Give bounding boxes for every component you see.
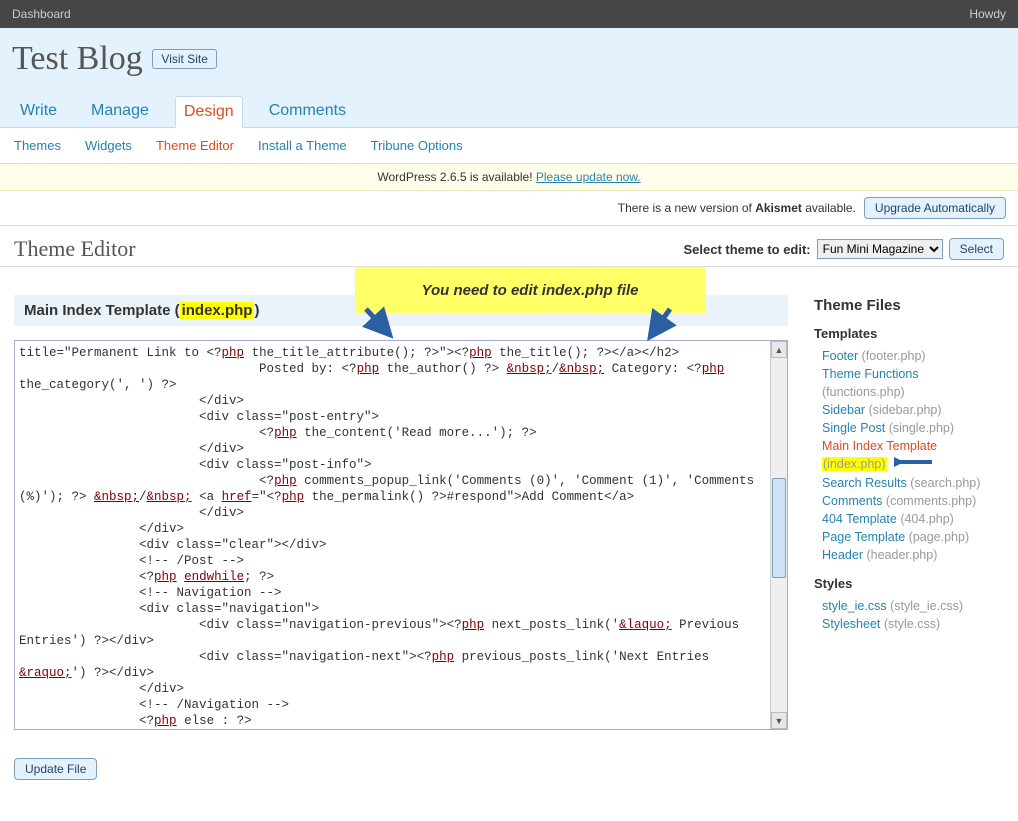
main-nav: Write Manage Design Comments [12, 96, 1006, 127]
theme-files-sidebar: Theme Files Templates Footer (footer.php… [814, 275, 1004, 780]
code-editor[interactable]: title="Permanent Link to <?php the_title… [14, 340, 788, 730]
annotation-arrow-left-icon [362, 305, 402, 345]
akismet-notice: There is a new version of Akismet availa… [0, 191, 1018, 226]
tab-design[interactable]: Design [175, 96, 243, 128]
visit-site-button[interactable]: Visit Site [152, 49, 216, 69]
scroll-track[interactable] [771, 358, 787, 712]
file-functions[interactable]: Theme Functions (functions.php) [822, 365, 1004, 401]
subnav-install-theme[interactable]: Install a Theme [258, 138, 347, 153]
theme-files-heading: Theme Files [814, 297, 1004, 314]
sub-nav: Themes Widgets Theme Editor Install a Th… [0, 128, 1018, 163]
file-page[interactable]: Page Template (page.php) [822, 528, 1004, 546]
theme-select-dropdown[interactable]: Fun Mini Magazine [817, 239, 943, 259]
file-single[interactable]: Single Post (single.php) [822, 419, 1004, 437]
styles-heading: Styles [814, 576, 1004, 591]
theme-select-group: Select theme to edit: Fun Mini Magazine … [684, 238, 1005, 260]
admin-header: Test Blog Visit Site Write Manage Design… [0, 28, 1018, 127]
editor-column: Main Index Template (index.php) title="P… [14, 275, 788, 780]
tab-comments[interactable]: Comments [261, 96, 354, 127]
howdy-link[interactable]: Howdy [969, 0, 1006, 28]
tab-write[interactable]: Write [12, 96, 65, 127]
file-footer[interactable]: Footer (footer.php) [822, 347, 1004, 365]
theme-select-button[interactable]: Select [949, 238, 1004, 260]
tab-manage[interactable]: Manage [83, 96, 157, 127]
editor-scrollbar[interactable]: ▲ ▼ [770, 341, 787, 729]
file-sidebar[interactable]: Sidebar (sidebar.php) [822, 401, 1004, 419]
blog-title: Test Blog [12, 40, 143, 78]
upgrade-automatically-button[interactable]: Upgrade Automatically [864, 197, 1006, 219]
dashboard-link[interactable]: Dashboard [12, 0, 71, 28]
subnav-tribune-options[interactable]: Tribune Options [371, 138, 463, 153]
main-columns: You need to edit index.php file Main Ind… [0, 267, 1018, 820]
file-index[interactable]: Main Index Template (index.php) [822, 437, 1004, 474]
subnav-themes[interactable]: Themes [14, 138, 61, 153]
file-404[interactable]: 404 Template (404.php) [822, 510, 1004, 528]
update-file-button[interactable]: Update File [14, 758, 97, 780]
wp-update-text: WordPress 2.6.5 is available! [377, 170, 536, 184]
file-style-ie[interactable]: style_ie.css (style_ie.css) [822, 597, 1004, 615]
theme-select-label: Select theme to edit: [684, 242, 811, 257]
admin-topbar: Dashboard Howdy [0, 0, 1018, 28]
editing-filename: index.php [180, 302, 255, 319]
templates-list: Footer (footer.php) Theme Functions (fun… [814, 347, 1004, 564]
file-header[interactable]: Header (header.php) [822, 546, 1004, 564]
templates-heading: Templates [814, 326, 1004, 341]
scroll-thumb[interactable] [772, 478, 786, 578]
scroll-up-icon[interactable]: ▲ [771, 341, 787, 358]
subnav-widgets[interactable]: Widgets [85, 138, 132, 153]
file-search[interactable]: Search Results (search.php) [822, 474, 1004, 492]
wp-update-notice: WordPress 2.6.5 is available! Please upd… [0, 164, 1018, 191]
page-title: Theme Editor [14, 236, 136, 262]
sub-nav-wrap: Themes Widgets Theme Editor Install a Th… [0, 127, 1018, 164]
subnav-theme-editor[interactable]: Theme Editor [156, 138, 234, 153]
wp-update-link[interactable]: Please update now. [536, 170, 641, 184]
file-comments[interactable]: Comments (comments.php) [822, 492, 1004, 510]
annotation-arrow-sidebar-icon [894, 458, 934, 472]
scroll-down-icon[interactable]: ▼ [771, 712, 787, 729]
page-head: Theme Editor Select theme to edit: Fun M… [0, 226, 1018, 267]
code-editor-text[interactable]: title="Permanent Link to <?php the_title… [15, 341, 787, 729]
annotation-arrow-right-icon [640, 305, 680, 345]
styles-list: style_ie.css (style_ie.css) Stylesheet (… [814, 597, 1004, 633]
akismet-text: There is a new version of Akismet availa… [618, 201, 856, 215]
file-stylesheet[interactable]: Stylesheet (style.css) [822, 615, 1004, 633]
